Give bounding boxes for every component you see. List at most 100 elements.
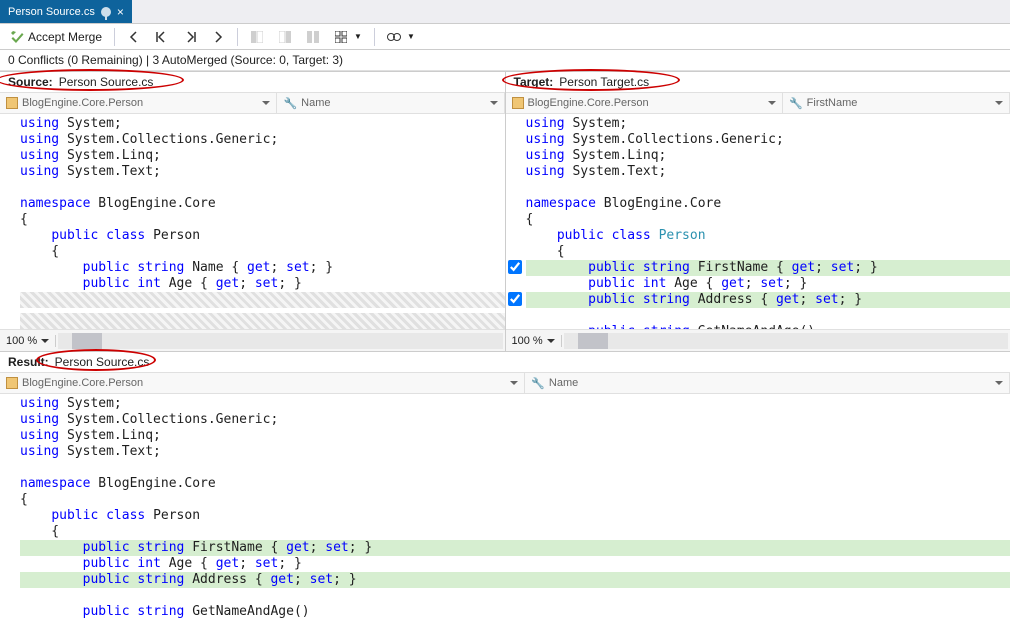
wrench-icon: 🔧 xyxy=(283,97,297,110)
source-header: Source: Person Source.cs xyxy=(0,72,505,92)
source-nav-bar: BlogEngine.Core.Person 🔧 Name xyxy=(0,92,505,114)
chevron-down-icon xyxy=(768,101,776,109)
code-line: public class Person xyxy=(20,508,1010,524)
nav-first-button[interactable] xyxy=(149,26,175,48)
target-class-combo[interactable]: BlogEngine.Core.Person xyxy=(506,93,783,113)
layout-left-button[interactable] xyxy=(244,26,270,48)
code-line: public int Age { get; set; } xyxy=(526,276,1010,292)
code-line: using System.Text; xyxy=(20,444,1010,460)
result-filename: Person Source.cs xyxy=(55,355,150,369)
zoom-value: 100 % xyxy=(512,335,543,347)
compare-dropdown[interactable]: ▼ xyxy=(381,26,421,48)
code-line: public int Age { get; set; } xyxy=(20,556,1010,572)
result-label: Result: xyxy=(8,355,49,369)
merge-toolbar: Accept Merge ▼ ▼ xyxy=(0,24,1010,50)
horizontal-scrollbar[interactable] xyxy=(564,333,1008,349)
code-line: public string Address { get; set; } xyxy=(526,292,1010,308)
code-line: using System.Linq; xyxy=(20,428,1010,444)
source-zoom-row: 100 % xyxy=(0,329,505,351)
scrollbar-thumb[interactable] xyxy=(578,333,608,349)
target-filename: Person Target.cs xyxy=(559,75,649,89)
target-zoom-row: 100 % xyxy=(506,329,1010,351)
result-member-combo[interactable]: 🔧 Name xyxy=(525,373,1010,393)
target-pane: Target: Person Target.cs BlogEngine.Core… xyxy=(506,72,1010,351)
target-label: Target: xyxy=(514,75,554,89)
code-line: public string Address { get; set; } xyxy=(20,572,1010,588)
chevron-down-icon xyxy=(995,101,1003,109)
nav-left-button[interactable] xyxy=(121,26,147,48)
class-icon xyxy=(512,97,524,109)
code-line: using System; xyxy=(526,116,1010,132)
code-line: using System.Collections.Generic; xyxy=(20,412,1010,428)
nav-class-label: BlogEngine.Core.Person xyxy=(22,377,143,389)
grid-icon xyxy=(334,30,348,44)
nav-member-label: Name xyxy=(549,377,578,389)
chevron-down-icon xyxy=(262,101,270,109)
code-line: using System.Collections.Generic; xyxy=(526,132,1010,148)
code-line xyxy=(526,308,1010,324)
nav-right-button[interactable] xyxy=(205,26,231,48)
target-zoom-combo[interactable]: 100 % xyxy=(506,335,562,347)
view-mode-dropdown[interactable]: ▼ xyxy=(328,26,368,48)
result-code-editor[interactable]: using System;using System.Collections.Ge… xyxy=(0,394,1010,636)
close-icon[interactable]: × xyxy=(117,5,124,19)
wrench-icon: 🔧 xyxy=(531,377,545,390)
separator xyxy=(114,28,115,46)
accept-change-checkbox[interactable] xyxy=(508,260,522,274)
nav-member-label: FirstName xyxy=(807,97,858,109)
code-line: using System.Text; xyxy=(20,164,505,180)
code-line: namespace BlogEngine.Core xyxy=(20,196,505,212)
source-filename: Person Source.cs xyxy=(59,75,154,89)
chevron-down-icon: ▼ xyxy=(407,32,415,41)
arrow-first-icon xyxy=(155,30,169,44)
source-class-combo[interactable]: BlogEngine.Core.Person xyxy=(0,93,277,113)
target-member-combo[interactable]: 🔧FirstName xyxy=(783,93,1010,113)
code-line: public string GetNameAndAge() xyxy=(20,604,1010,620)
layout-left-icon xyxy=(250,30,264,44)
layout-both-icon xyxy=(306,30,320,44)
separator xyxy=(237,28,238,46)
chevron-down-icon xyxy=(510,381,518,389)
code-line: public class Person xyxy=(526,228,1010,244)
code-line: using System.Collections.Generic; xyxy=(20,132,505,148)
code-line xyxy=(20,180,505,196)
nav-class-label: BlogEngine.Core.Person xyxy=(528,97,649,109)
result-pane: Result: Person Source.cs BlogEngine.Core… xyxy=(0,351,1010,636)
code-line: namespace BlogEngine.Core xyxy=(526,196,1010,212)
zoom-value: 100 % xyxy=(6,335,37,347)
source-code-editor[interactable]: using System;using System.Collections.Ge… xyxy=(0,114,505,329)
code-line: { xyxy=(20,244,505,260)
nav-member-label: Name xyxy=(301,97,330,109)
accept-change-checkbox[interactable] xyxy=(508,292,522,306)
code-line: namespace BlogEngine.Core xyxy=(20,476,1010,492)
target-nav-bar: BlogEngine.Core.Person 🔧FirstName xyxy=(506,92,1010,114)
target-code-editor[interactable]: using System;using System.Collections.Ge… xyxy=(506,114,1010,329)
horizontal-scrollbar[interactable] xyxy=(58,333,502,349)
accept-merge-label: Accept Merge xyxy=(28,30,102,44)
code-line xyxy=(20,460,1010,476)
scrollbar-thumb[interactable] xyxy=(72,333,102,349)
layout-right-button[interactable] xyxy=(272,26,298,48)
check-icon xyxy=(10,30,24,44)
compare-icon xyxy=(387,30,401,44)
accept-merge-button[interactable]: Accept Merge xyxy=(4,26,108,48)
nav-last-button[interactable] xyxy=(177,26,203,48)
source-member-combo[interactable]: 🔧 Name xyxy=(277,93,504,113)
layout-both-button[interactable] xyxy=(300,26,326,48)
code-line: public string Name { get; set; } xyxy=(20,260,505,276)
code-line xyxy=(526,180,1010,196)
arrow-left-icon xyxy=(127,30,141,44)
pin-icon[interactable] xyxy=(101,7,111,17)
source-zoom-combo[interactable]: 100 % xyxy=(0,335,56,347)
class-icon xyxy=(6,377,18,389)
code-line xyxy=(20,588,1010,604)
result-class-combo[interactable]: BlogEngine.Core.Person xyxy=(0,373,525,393)
code-line: using System.Linq; xyxy=(20,148,505,164)
result-nav-bar: BlogEngine.Core.Person 🔧 Name xyxy=(0,372,1010,394)
code-line xyxy=(20,313,505,329)
chevron-down-icon: ▼ xyxy=(354,32,362,41)
target-header: Target: Person Target.cs xyxy=(506,72,1010,92)
source-label: Source: xyxy=(8,75,53,89)
document-tab[interactable]: Person Source.cs × xyxy=(0,0,132,23)
conflict-status: 0 Conflicts (0 Remaining) | 3 AutoMerged… xyxy=(0,50,1010,71)
